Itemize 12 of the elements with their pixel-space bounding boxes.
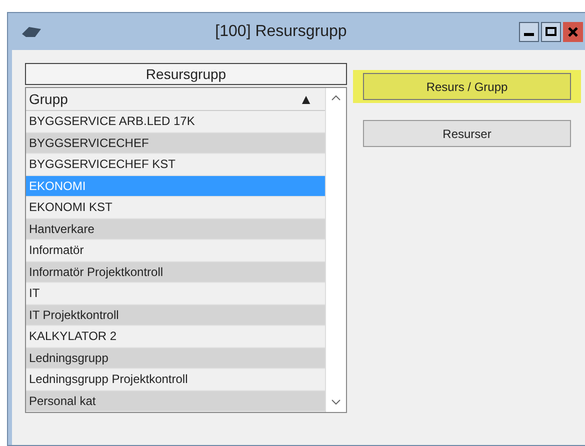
action-button[interactable]: Resurs / Grupp: [363, 73, 571, 100]
list-row[interactable]: Personal kat: [26, 390, 325, 412]
column-header[interactable]: Grupp ▲: [26, 88, 325, 111]
list-row[interactable]: IT Projektkontroll: [26, 304, 325, 326]
action-button[interactable]: Resurser: [363, 120, 571, 147]
sort-indicator: ▲: [299, 91, 313, 107]
list-row[interactable]: Informatör Projektkontroll: [26, 262, 325, 283]
list-row[interactable]: Hantverkare: [26, 218, 325, 240]
list-row[interactable]: Ledningsgrupp: [26, 348, 325, 369]
list-title: Resursgrupp: [25, 63, 347, 85]
window-title: [100] Resursgrupp: [214, 22, 348, 40]
list-row[interactable]: BYGGSERVICECHEF: [26, 132, 325, 154]
